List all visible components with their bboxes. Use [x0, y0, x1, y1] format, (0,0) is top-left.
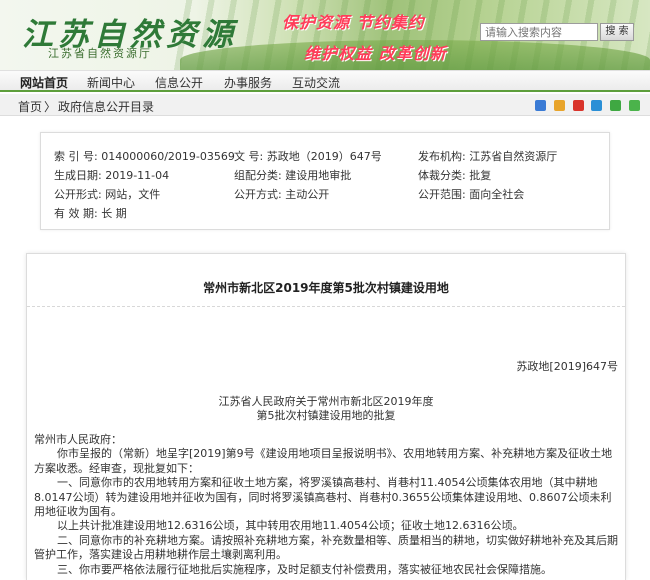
nav-item-services[interactable]: 办事服务 — [224, 74, 272, 91]
share-icon-group — [531, 100, 640, 111]
breadcrumb: 首页〉政府信息公开目录 — [0, 94, 650, 116]
nav-item-interaction[interactable]: 互动交流 — [292, 74, 340, 91]
document-title: 常州市新北区2019年度第5批次村镇建设用地 — [203, 281, 449, 295]
disclosure-form-value: 网站，文件 — [105, 188, 161, 201]
document-number-label: 文 号: — [234, 150, 264, 163]
slogan-line-2: 维护权益 改革创新 — [304, 44, 447, 63]
document-paragraph: 以上共计批准建设用地12.6316公顷，其中转用农用地11.4054公顷；征收土… — [57, 519, 524, 533]
nav-item-info-disclosure[interactable]: 信息公开 — [155, 74, 203, 91]
breadcrumb-trail: 首页〉政府信息公开目录 — [18, 98, 154, 115]
document-number-value: 苏政地（2019）647号 — [266, 150, 382, 163]
breadcrumb-current[interactable]: 政府信息公开目录 — [58, 100, 154, 114]
created-date-label: 生成日期: — [54, 169, 102, 182]
main-nav: 网站首页 新闻中心 信息公开 办事服务 互动交流 — [0, 70, 650, 92]
disclosure-method-label: 公开方式: — [234, 188, 282, 201]
meta-row-2: 生成日期: 2019-11-04 组配分类: 建设用地审批 体裁分类: 批复 — [54, 167, 604, 183]
validity-label: 有 效 期: — [54, 207, 98, 220]
category-value: 建设用地审批 — [285, 169, 352, 182]
disclosure-form-label: 公开形式: — [54, 188, 102, 201]
share-renren-icon[interactable] — [610, 100, 622, 111]
publisher-label: 发布机构: — [418, 150, 466, 163]
index-number-label: 索 引 号: — [54, 150, 98, 163]
share-qzone-icon[interactable] — [553, 100, 565, 111]
disclosure-scope-value: 面向全社会 — [469, 188, 525, 201]
site-logo-subtitle: 江苏省自然资源厅 — [48, 47, 152, 60]
site-header: 江苏自然资源 江苏省自然资源厅 保护资源 节约集约 维护权益 改革创新 搜 索 — [0, 0, 650, 70]
publisher-value: 江苏省自然资源厅 — [469, 150, 558, 163]
nav-item-home[interactable]: 网站首页 — [20, 74, 68, 91]
document-heading-line-2: 第5批次村镇建设用地的批复 — [256, 409, 396, 422]
nav-item-news[interactable]: 新闻中心 — [87, 74, 135, 91]
share-tencent-weibo-icon[interactable] — [591, 100, 603, 111]
document-paragraph: 二、同意你市的补充耕地方案。请按照补充耕地方案，补充数量相等、质量相当的耕地，切… — [34, 533, 618, 562]
genre-value: 批复 — [469, 169, 492, 182]
meta-row-3: 公开形式: 网站，文件 公开方式: 主动公开 公开范围: 面向全社会 — [54, 186, 604, 202]
document-paragraph: 三、你市要严格依法履行征地批后实施程序，及时足额支付补偿费用，落实被征地农民社会… — [57, 562, 552, 576]
document-panel: 常州市新北区2019年度第5批次村镇建设用地 苏政地[2019]647号 江苏省… — [26, 253, 626, 580]
breadcrumb-home-link[interactable]: 首页 — [18, 100, 42, 114]
validity-value: 长 期 — [101, 207, 127, 220]
created-date-value: 2019-11-04 — [105, 169, 170, 182]
search-input[interactable] — [480, 23, 598, 41]
document-paragraph: 一、同意你市的农用地转用方案和征收土地方案，将罗溪镇高巷村、肖巷村11.4054… — [34, 476, 612, 519]
share-plus-icon[interactable] — [534, 100, 546, 111]
document-body: 常州市人民政府： 你市呈报的（常新）地呈字[2019]第9号《建设用地项目呈报说… — [34, 433, 620, 577]
breadcrumb-separator: 〉 — [44, 100, 57, 114]
share-weibo-icon[interactable] — [572, 100, 584, 111]
disclosure-scope-label: 公开范围: — [418, 188, 466, 201]
search-button[interactable]: 搜 索 — [600, 23, 634, 41]
category-label: 组配分类: — [234, 169, 282, 182]
meta-row-1: 索 引 号: 014000060/2019-03569 文 号: 苏政地（201… — [54, 148, 604, 164]
index-number-value: 014000060/2019-03569 — [101, 150, 235, 163]
document-salutation: 常州市人民政府： — [34, 433, 122, 446]
meta-row-4: 有 效 期: 长 期 — [54, 205, 604, 221]
genre-label: 体裁分类: — [418, 169, 466, 182]
document-reference-number: 苏政地[2019]647号 — [516, 360, 618, 373]
document-metadata-table: 索 引 号: 014000060/2019-03569 文 号: 苏政地（201… — [40, 132, 610, 230]
title-divider — [27, 306, 625, 307]
slogan-line-1: 保护资源 节约集约 — [282, 13, 425, 32]
disclosure-method-value: 主动公开 — [285, 188, 330, 201]
share-wechat-icon[interactable] — [629, 100, 640, 111]
document-paragraph: 你市呈报的（常新）地呈字[2019]第9号《建设用地项目呈报说明书》、农用地转用… — [34, 447, 613, 475]
